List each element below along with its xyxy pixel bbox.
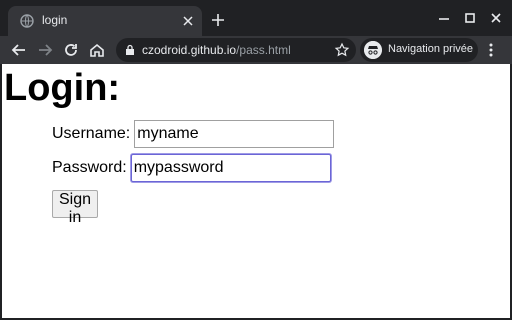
incognito-icon <box>364 41 382 59</box>
kebab-menu-icon[interactable] <box>484 41 498 59</box>
forward-arrow-icon[interactable] <box>36 41 54 59</box>
username-field[interactable] <box>134 120 335 148</box>
reload-icon[interactable] <box>62 41 80 59</box>
sign-in-button[interactable]: Sign in <box>52 190 99 226</box>
maximize-icon[interactable] <box>462 10 478 26</box>
password-row: Password: <box>52 154 331 182</box>
incognito-profile-chip[interactable]: Navigation privée <box>360 38 478 62</box>
tab-login[interactable]: login <box>8 6 202 36</box>
window-close-icon[interactable] <box>488 10 504 26</box>
tab-strip: login <box>0 0 512 36</box>
globe-icon <box>20 14 34 28</box>
tab-title: login <box>42 13 68 27</box>
page-title: Login: <box>4 67 121 109</box>
incognito-label: Navigation privée <box>388 43 473 55</box>
password-field[interactable] <box>130 154 331 182</box>
password-label: Password: <box>52 159 127 176</box>
page-viewport: Login: Username: Password: Sign in <box>2 64 510 318</box>
url-host: czodroid.github.io <box>142 43 237 57</box>
browser-toolbar: czodroid.github.io/pass.html Navigation … <box>0 36 512 64</box>
star-icon[interactable] <box>334 42 350 58</box>
home-icon[interactable] <box>88 41 106 59</box>
new-tab-icon[interactable] <box>210 12 226 28</box>
url-text: czodroid.github.io/pass.html <box>142 43 291 57</box>
lock-icon[interactable] <box>124 44 136 56</box>
minimize-icon[interactable] <box>436 10 452 26</box>
address-bar[interactable]: czodroid.github.io/pass.html <box>116 38 356 62</box>
close-icon[interactable] <box>180 13 196 29</box>
username-label: Username: <box>52 125 131 142</box>
username-row: Username: <box>52 120 335 148</box>
url-path: /pass.html <box>236 43 291 57</box>
back-arrow-icon[interactable] <box>10 41 28 59</box>
